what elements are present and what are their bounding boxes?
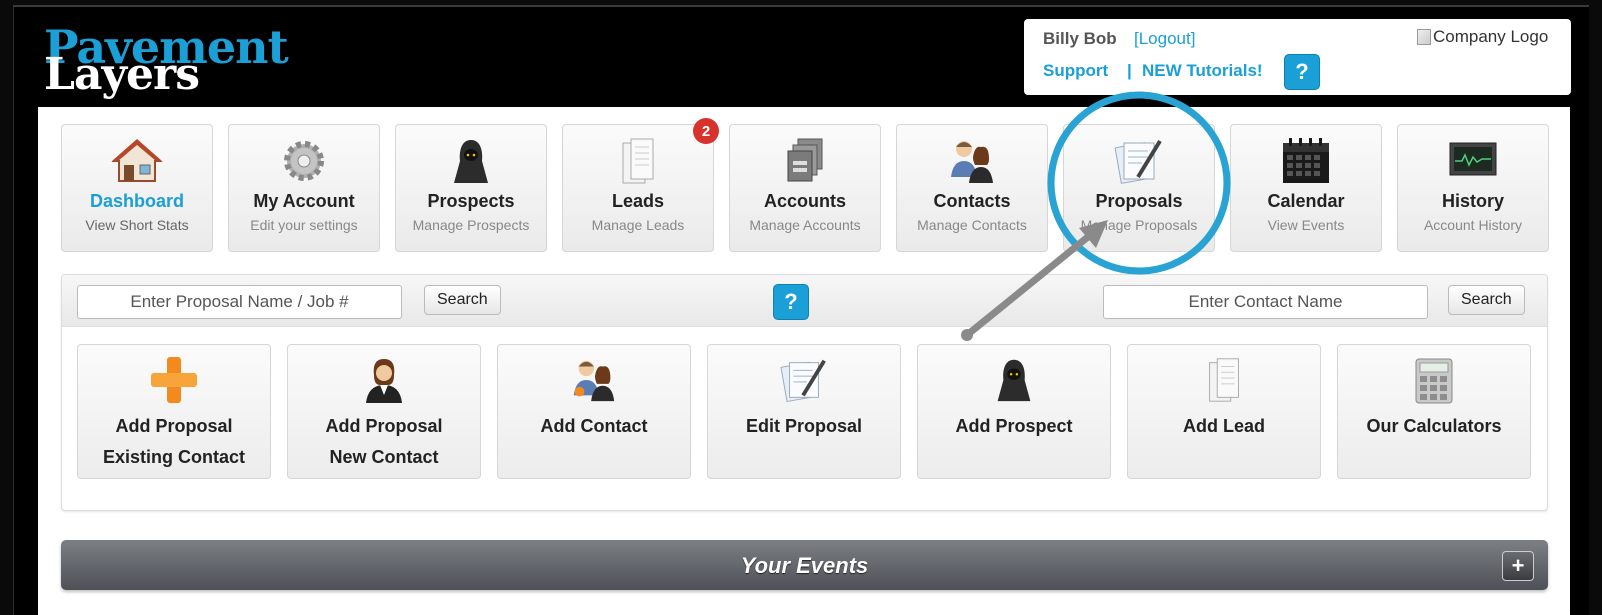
nav-subtitle: View Events xyxy=(1267,217,1345,233)
edit-proposal-tile[interactable]: Edit Proposal xyxy=(707,344,901,479)
monitor-chart-icon xyxy=(1449,142,1497,176)
nav-subtitle: Account History xyxy=(1423,217,1523,233)
add-lead-tile[interactable]: Add Lead xyxy=(1127,344,1321,479)
tile-line-2: Existing Contact xyxy=(102,447,245,467)
add-prospect-tile[interactable]: Add Prospect xyxy=(917,344,1111,479)
nav-tile-my-account[interactable]: My Account Edit your settings xyxy=(228,124,380,252)
tile-line-1: Edit Proposal xyxy=(745,416,862,436)
user-panel: Billy Bob [Logout] Support | NEW Tutoria… xyxy=(1024,19,1571,95)
company-logo: Company Logo xyxy=(1417,27,1548,47)
nav-title: Contacts xyxy=(933,191,1011,211)
documents-icon xyxy=(1209,358,1239,402)
add-proposal-new-contact-tile[interactable]: Add Proposal New Contact xyxy=(287,344,481,479)
nav-title: Calendar xyxy=(1267,191,1345,211)
nav-title: Dashboard xyxy=(89,191,185,211)
add-proposal-existing-contact-tile[interactable]: Add Proposal Existing Contact xyxy=(77,344,271,479)
people-icon xyxy=(951,141,993,183)
events-title: Your Events xyxy=(740,553,869,578)
new-tutorials-link[interactable]: NEW Tutorials! xyxy=(1142,61,1263,81)
user-name: Billy Bob xyxy=(1043,29,1117,48)
tile-label: Add Proposal New Contact xyxy=(288,411,480,473)
contact-search-button[interactable]: Search xyxy=(1448,285,1525,315)
nav-subtitle: Manage Proposals xyxy=(1080,217,1198,233)
pavement-layers-logo[interactable]: Pavement Layers xyxy=(40,24,290,104)
tile-label: Add Proposal Existing Contact xyxy=(78,411,270,473)
link-separator: | xyxy=(1127,61,1132,80)
tile-label: Add Contact xyxy=(498,411,690,442)
nav-title: Proposals xyxy=(1095,191,1183,211)
nav-tile-dashboard[interactable]: Dashboard View Short Stats xyxy=(61,124,213,252)
tile-label: Add Lead xyxy=(1128,411,1320,442)
your-events-bar[interactable]: Your Events + xyxy=(61,540,1548,590)
nav-tile-history[interactable]: History Account History xyxy=(1397,124,1549,252)
company-logo-alt: Company Logo xyxy=(1433,27,1549,46)
house-icon xyxy=(111,139,163,182)
our-calculators-tile[interactable]: Our Calculators xyxy=(1337,344,1531,479)
nav-subtitle: View Short Stats xyxy=(85,217,189,233)
tile-line-1: Add Proposal xyxy=(115,416,233,436)
nav-tile-proposals[interactable]: Proposals Manage Proposals xyxy=(1063,124,1215,252)
gear-icon xyxy=(284,141,324,181)
logo-text-bottom: Layers xyxy=(44,49,200,100)
nav-title: My Account xyxy=(253,191,355,211)
support-link[interactable]: Support xyxy=(1043,61,1108,81)
header-help-button[interactable]: ? xyxy=(1284,54,1320,90)
tile-line-1: Add Lead xyxy=(1182,416,1265,436)
contact-search-input[interactable] xyxy=(1103,285,1428,319)
logout-link[interactable]: [Logout] xyxy=(1134,29,1195,49)
orange-plus-icon xyxy=(151,357,197,403)
nav-title: Leads xyxy=(611,191,665,211)
nav-title: Accounts xyxy=(763,191,846,211)
nav-subtitle: Manage Leads xyxy=(591,217,685,233)
hooded-figure-icon xyxy=(997,359,1031,402)
folders-icon xyxy=(787,138,823,182)
tile-label: Add Prospect xyxy=(918,411,1110,442)
nav-tile-accounts[interactable]: Accounts Manage Accounts xyxy=(729,124,881,252)
nav-subtitle: Edit your settings xyxy=(250,217,358,233)
nav-subtitle: Manage Accounts xyxy=(749,217,861,233)
broken-image-icon xyxy=(1417,29,1431,45)
tile-line-1: Our Calculators xyxy=(1366,416,1502,436)
nav-tile-calendar[interactable]: Calendar View Events xyxy=(1230,124,1382,252)
nav-tile-prospects[interactable]: Prospects Manage Prospects xyxy=(395,124,547,252)
search-help-button[interactable]: ? xyxy=(773,284,809,320)
nav-title: Prospects xyxy=(427,191,515,211)
documents-icon xyxy=(622,138,654,184)
document-pen-icon xyxy=(1114,139,1162,184)
tile-label: Our Calculators xyxy=(1338,411,1530,442)
tile-line-1: Add Contact xyxy=(540,416,648,436)
tile-line-2: New Contact xyxy=(329,447,439,467)
people-icon xyxy=(573,360,615,402)
nav-tile-contacts[interactable]: Contacts Manage Contacts xyxy=(896,124,1048,252)
tile-line-1: Add Proposal xyxy=(325,416,443,436)
calculator-icon xyxy=(1415,358,1453,404)
nav-subtitle: Manage Prospects xyxy=(412,217,530,233)
tile-line-1: Add Prospect xyxy=(955,416,1073,436)
add-contact-tile[interactable]: Add Contact xyxy=(497,344,691,479)
hooded-figure-icon xyxy=(454,140,488,183)
document-pen-icon xyxy=(780,359,826,403)
nav-tile-leads[interactable]: Leads Manage Leads xyxy=(562,124,714,252)
leads-count-badge: 2 xyxy=(693,118,719,144)
nav-subtitle: Manage Contacts xyxy=(917,217,1027,233)
nav-title: History xyxy=(1441,191,1504,211)
proposal-search-button[interactable]: Search xyxy=(424,285,501,315)
proposal-search-input[interactable] xyxy=(77,285,402,319)
businesswoman-icon xyxy=(366,359,402,403)
expand-events-button[interactable]: + xyxy=(1502,551,1534,581)
calendar-icon xyxy=(1283,138,1329,183)
tile-label: Edit Proposal xyxy=(708,411,900,442)
